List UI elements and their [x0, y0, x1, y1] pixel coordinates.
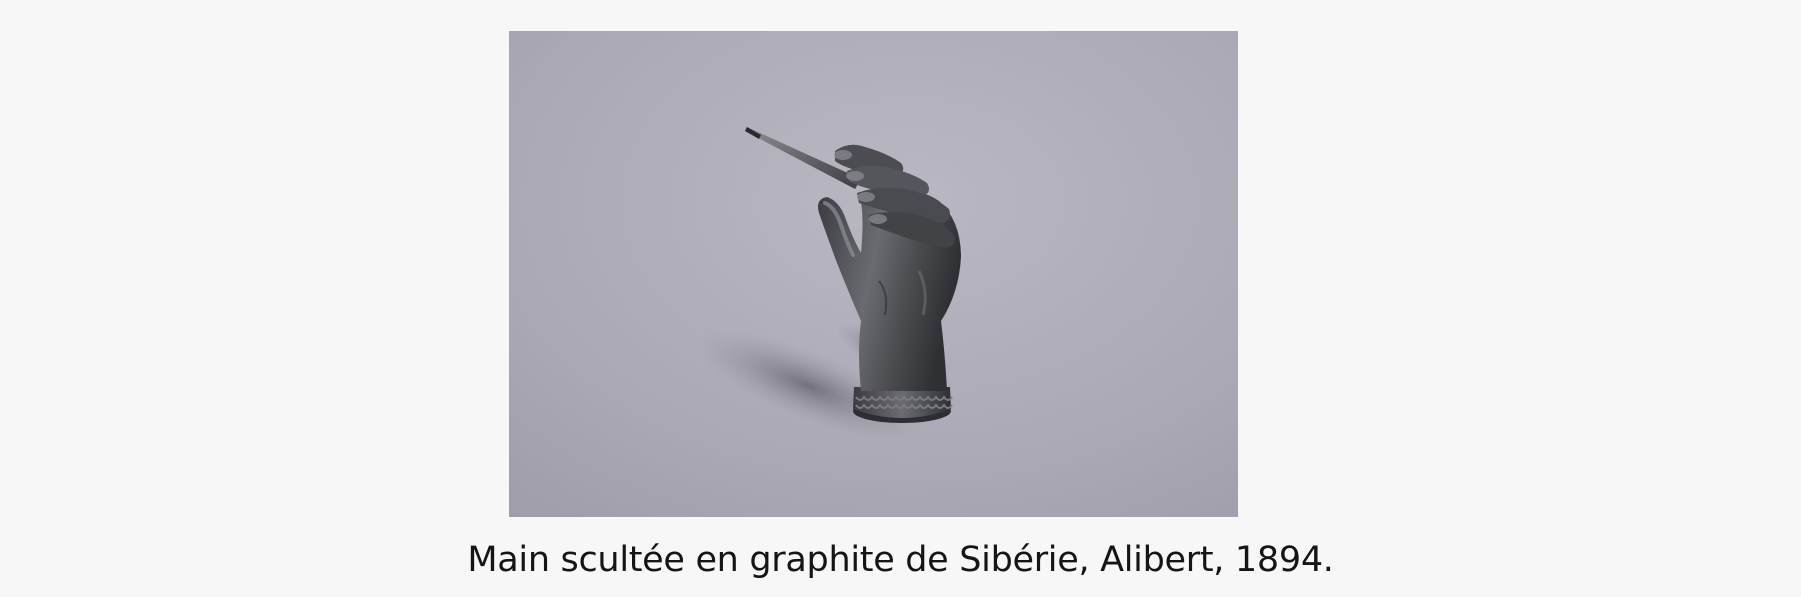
hand-sculpture-image	[509, 31, 1238, 517]
image-caption: Main scultée en graphite de Sibérie, Ali…	[467, 540, 1334, 580]
sculpture-base	[853, 387, 953, 423]
sculpture-photo	[509, 31, 1238, 517]
figure: Main scultée en graphite de Sibérie, Ali…	[0, 0, 1801, 597]
